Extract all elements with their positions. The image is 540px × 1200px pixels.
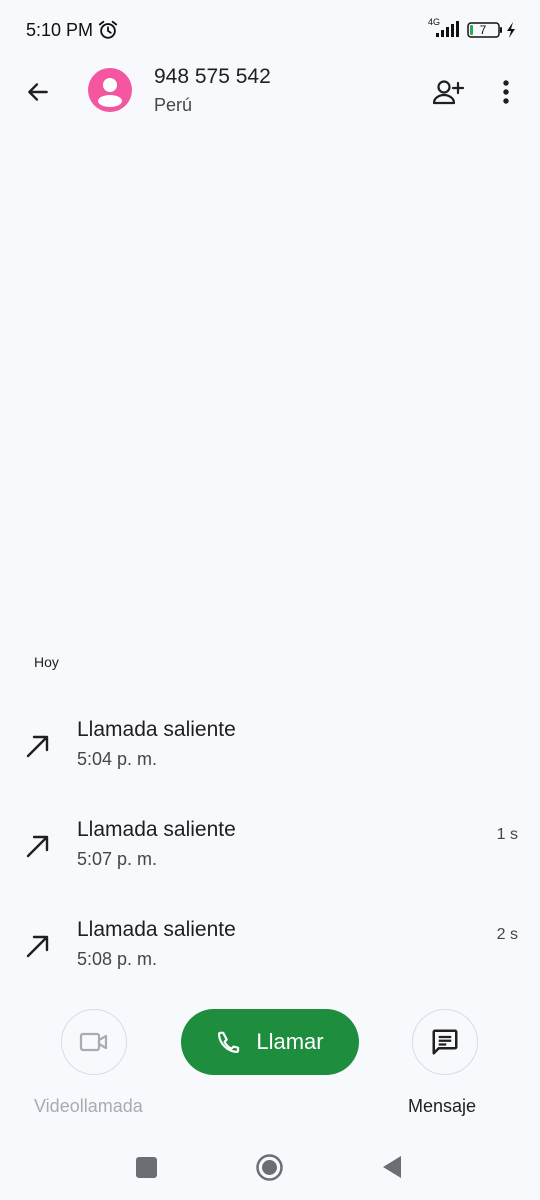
system-nav-bar [0, 1140, 540, 1200]
back-arrow-icon [28, 83, 48, 101]
home-button[interactable] [255, 1153, 284, 1182]
back-button[interactable] [18, 72, 58, 112]
call-history-row[interactable]: Llamada saliente 5:04 p. m. [0, 710, 540, 790]
call-time: 5:07 p. m. [77, 849, 158, 869]
video-camera-icon [79, 1032, 108, 1052]
call-time: 5:08 p. m. [77, 949, 158, 969]
signal-icon [436, 21, 459, 37]
message-icon [432, 1029, 458, 1055]
outgoing-call-icon [26, 935, 49, 958]
call-history-row[interactable]: Llamada saliente 5:07 p. m. 1 s [0, 810, 540, 890]
avatar[interactable] [88, 68, 132, 112]
contact-number: 948 575 542 [154, 65, 271, 88]
video-call-label: Videollamada [34, 1096, 143, 1116]
status-time: 5:10 PM [26, 20, 94, 40]
video-call-button[interactable] [61, 1009, 127, 1075]
outgoing-call-icon [26, 735, 49, 758]
call-type: Llamada saliente [77, 718, 236, 741]
call-button[interactable]: Llamar [181, 1009, 359, 1075]
more-vert-icon [503, 80, 509, 104]
status-bar: 5:10 PM 4G 7 [0, 0, 540, 60]
call-type: Llamada saliente [77, 918, 236, 941]
call-button-label: Llamar [256, 1029, 324, 1054]
call-duration: 1 s [496, 826, 518, 843]
call-duration: 2 s [496, 926, 518, 943]
call-type: Llamada saliente [77, 818, 236, 841]
call-history-row[interactable]: Llamada saliente 5:08 p. m. 2 s [0, 910, 540, 990]
nav-back-button[interactable] [381, 1155, 403, 1179]
message-label: Mensaje [408, 1096, 477, 1116]
alarm-icon [98, 20, 118, 39]
more-options-button[interactable] [486, 72, 526, 112]
call-time: 5:04 p. m. [77, 749, 158, 769]
phone-icon [218, 1031, 240, 1053]
add-contact-icon [432, 80, 465, 105]
message-button[interactable] [412, 1009, 478, 1075]
battery-level: 7 [479, 23, 487, 37]
app-bar: 948 575 542 Perú [0, 60, 540, 124]
recents-button[interactable] [136, 1157, 157, 1178]
contact-region: Perú [154, 95, 193, 115]
section-label-today: Hoy [34, 654, 59, 670]
outgoing-call-icon [26, 835, 49, 858]
charging-icon [507, 22, 515, 38]
person-icon [98, 78, 122, 107]
add-contact-button[interactable] [428, 72, 468, 112]
